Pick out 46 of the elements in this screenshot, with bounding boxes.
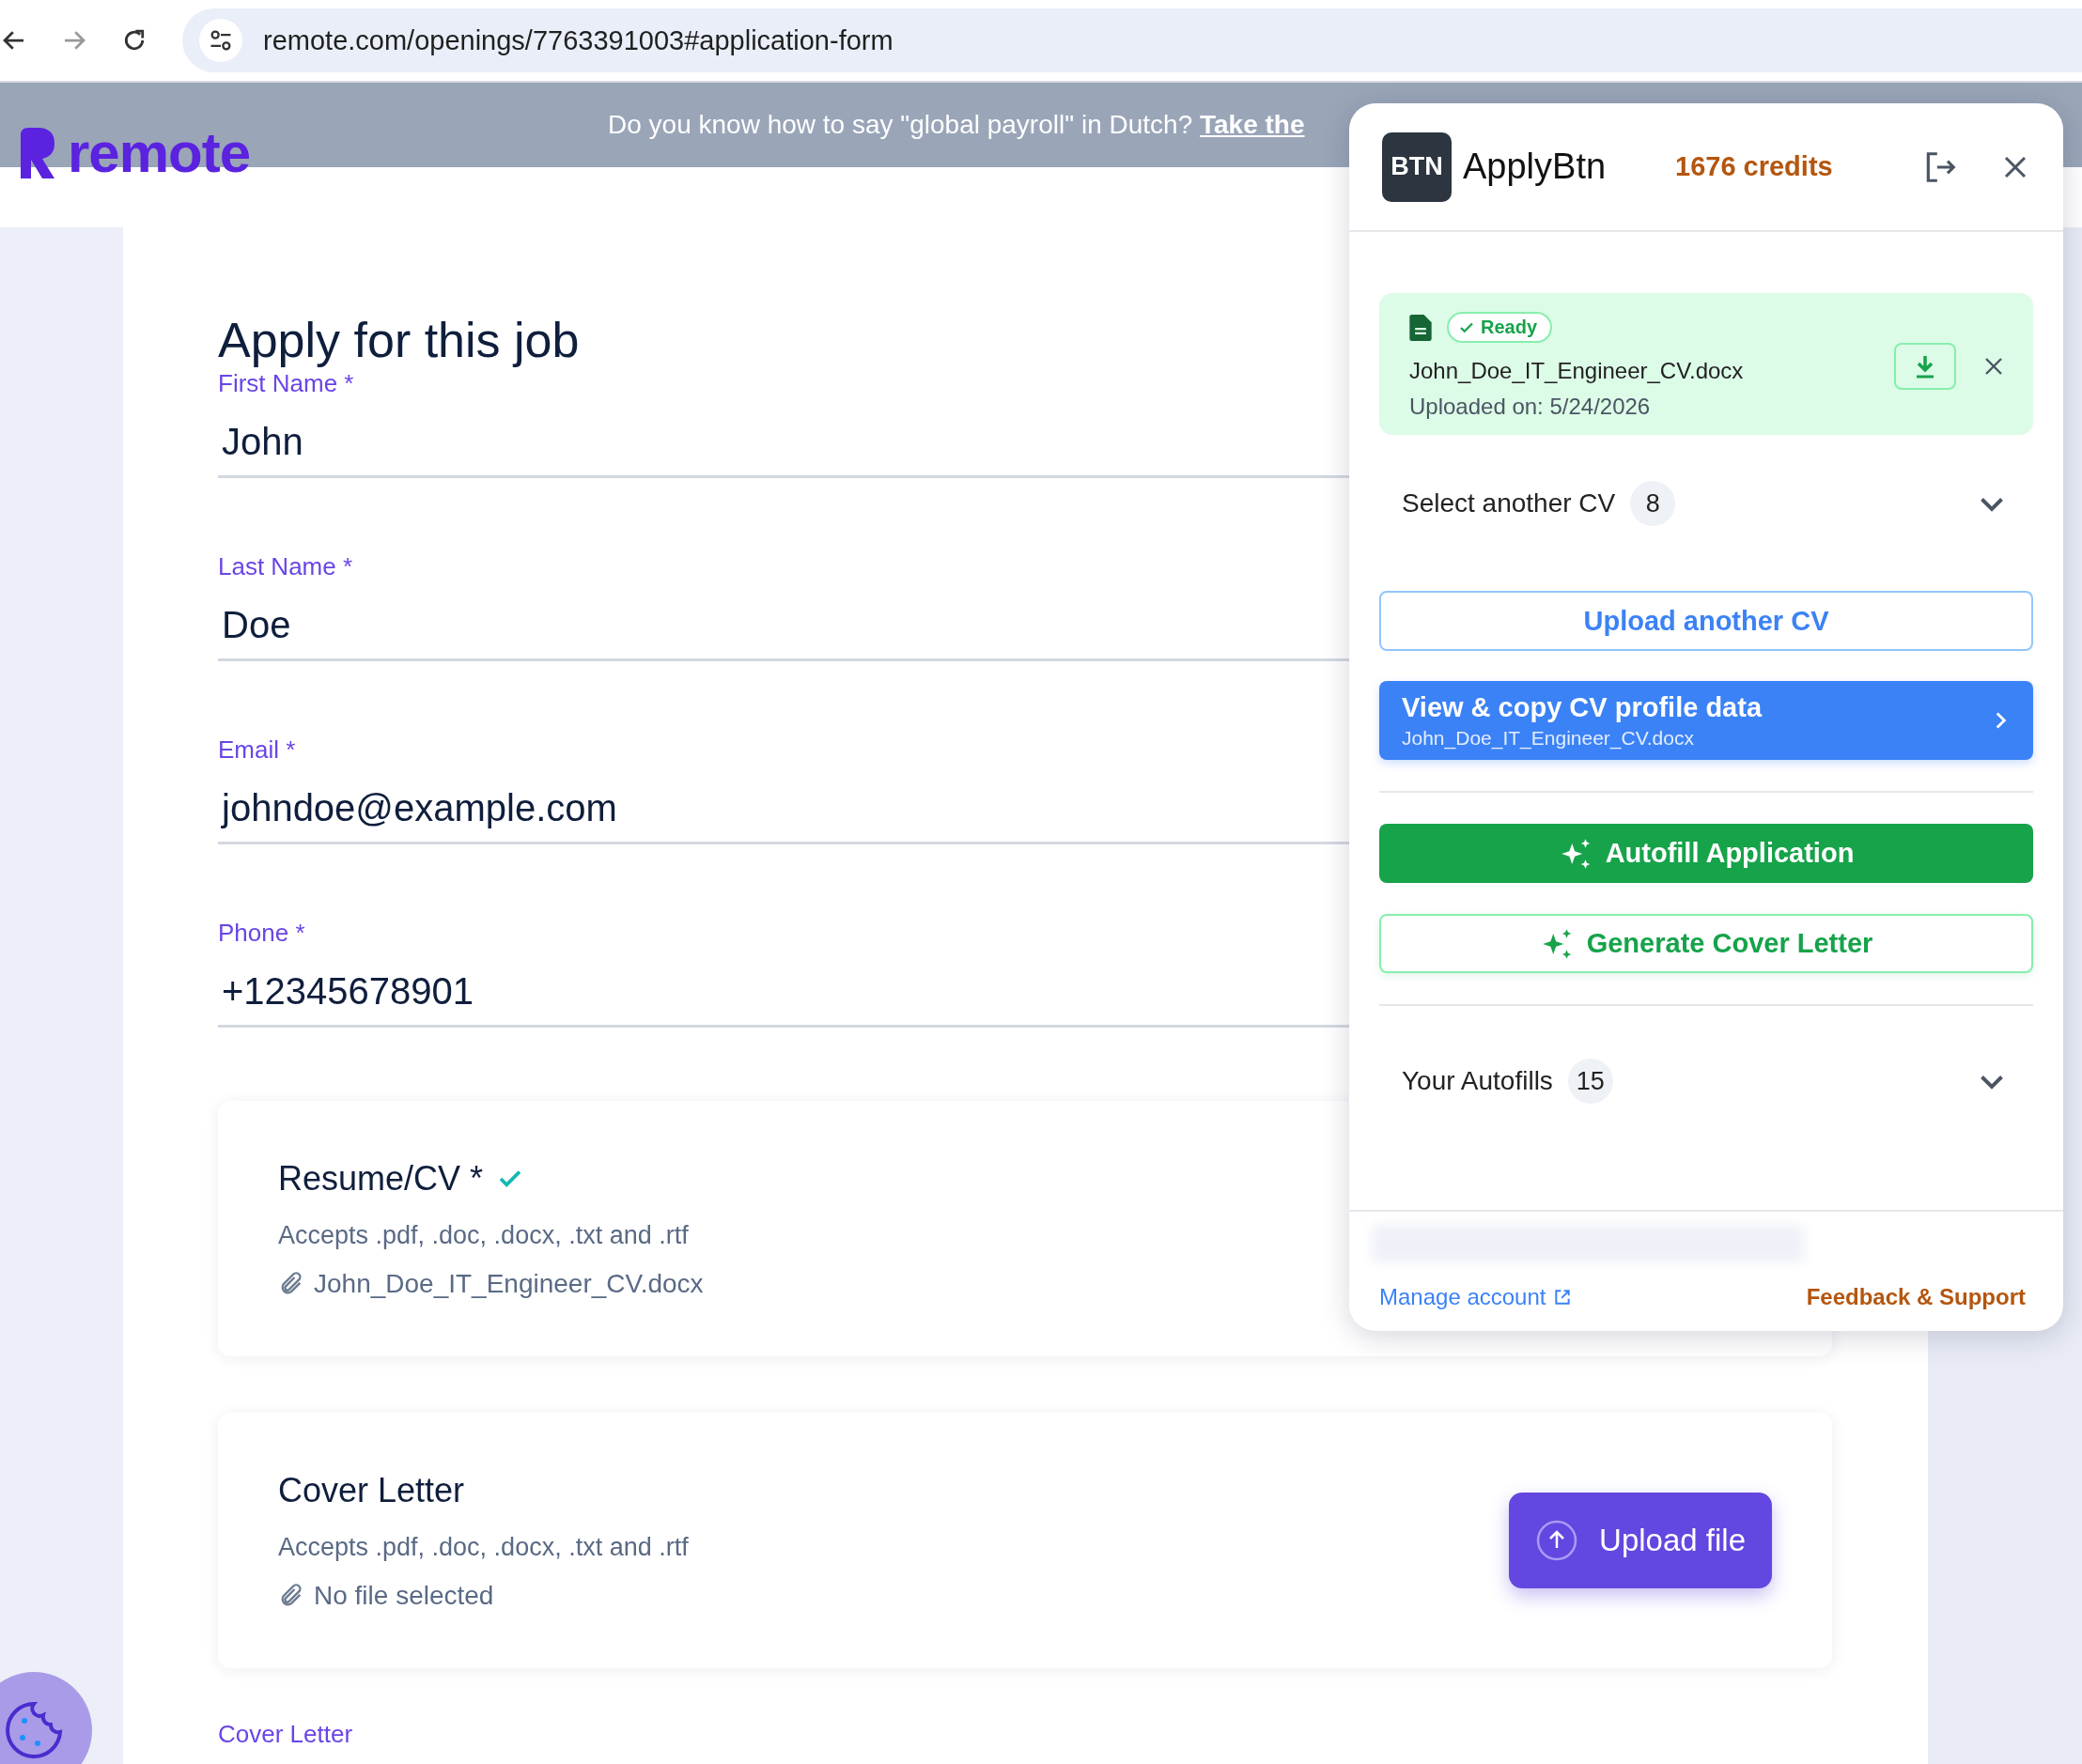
status-badge: Ready bbox=[1447, 312, 1553, 343]
row-label: Select another CV bbox=[1402, 488, 1616, 518]
accepted-formats: Accepts .pdf, .doc, .docx, .txt and .rtf bbox=[278, 1532, 689, 1562]
file-name: John_Doe_IT_Engineer_CV.docx bbox=[1409, 358, 1744, 384]
count-badge: 15 bbox=[1567, 1059, 1613, 1104]
field-value: John bbox=[221, 420, 303, 464]
app-name: ApplyBtn bbox=[1463, 147, 1608, 187]
feedback-link[interactable]: Feedback & Support bbox=[1806, 1284, 2026, 1310]
row-label: Your Autofills bbox=[1402, 1066, 1553, 1096]
autofill-button[interactable]: Autofill Application bbox=[1379, 824, 2033, 883]
external-link-icon bbox=[1553, 1288, 1573, 1307]
field-label: Last Name * bbox=[218, 551, 353, 581]
download-icon bbox=[1914, 353, 1936, 379]
upload-file-button[interactable]: Upload file bbox=[1509, 1493, 1772, 1588]
field-value: Doe bbox=[221, 603, 291, 647]
upload-title: Resume/CV * bbox=[278, 1158, 484, 1199]
credits-count: 1676 credits bbox=[1675, 151, 1834, 182]
accepted-formats: Accepts .pdf, .doc, .docx, .txt and .rtf bbox=[278, 1220, 690, 1250]
field-label: Cover Letter bbox=[218, 1719, 353, 1749]
cover-letter-button[interactable]: Generate Cover Letter bbox=[1379, 914, 2033, 973]
profile-data-button[interactable]: View & copy CV profile data John_Doe_IT_Engineer_CV.docx bbox=[1379, 681, 2033, 760]
announcement-text: Do you know how to say "global payroll" in Dutch? Take the bbox=[608, 110, 1305, 140]
collapsible-row[interactable]: Your Autofills 15 bbox=[1379, 1048, 2033, 1114]
upload-cv-button[interactable]: Upload another CV bbox=[1379, 591, 2033, 651]
app-logo: BTN bbox=[1382, 132, 1452, 202]
field-value: +12345678901 bbox=[221, 969, 474, 1014]
field-label: First Name * bbox=[218, 368, 354, 398]
address-bar[interactable]: remote.com/openings/7763391003#application-form bbox=[182, 8, 2082, 72]
upload-title: Cover Letter bbox=[278, 1470, 465, 1510]
field-label: Phone * bbox=[218, 918, 305, 948]
collapsible-row[interactable]: Select another CV 8 bbox=[1379, 471, 2033, 536]
url-text: remote.com/openings/7763391003#application-form bbox=[263, 24, 893, 56]
input-field[interactable]: Email * johndoe@example.com bbox=[218, 735, 1349, 844]
input-field[interactable]: Last Name * Doe bbox=[218, 551, 1349, 661]
field-label: Email * bbox=[218, 735, 296, 765]
manage-account-link[interactable]: Manage account bbox=[1379, 1284, 1573, 1310]
form-title: Apply for this job bbox=[218, 312, 580, 368]
document-icon bbox=[1409, 314, 1432, 341]
field-value: johndoe@example.com bbox=[220, 786, 617, 830]
count-badge: 8 bbox=[1630, 481, 1676, 526]
file-name: No file selected bbox=[314, 1580, 494, 1611]
input-field[interactable]: Phone * +12345678901 bbox=[218, 918, 1349, 1028]
input-field[interactable]: First Name * John bbox=[218, 368, 1349, 478]
download-button[interactable] bbox=[1894, 342, 1956, 390]
file-name: John_Doe_IT_Engineer_CV.docx bbox=[314, 1268, 704, 1299]
upload-date: Uploaded on: 5/24/2026 bbox=[1409, 394, 1652, 420]
